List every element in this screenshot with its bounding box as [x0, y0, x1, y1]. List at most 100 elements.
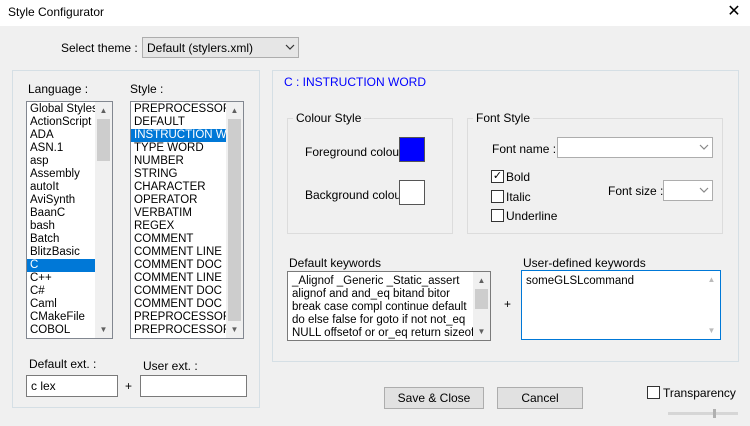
keyword-line: NULL offsetof or or_eq return sizeof — [292, 327, 474, 339]
foreground-label: Foreground colour — [305, 145, 404, 159]
list-item[interactable]: BaanC — [27, 207, 97, 220]
chevron-down-icon — [695, 142, 712, 153]
window-title: Style Configurator — [8, 5, 105, 19]
scroll-up-icon[interactable]: ▲ — [473, 272, 490, 289]
title-bar: Style Configurator ✕ — [0, 0, 750, 26]
font-size-label: Font size : — [608, 184, 664, 198]
scroll-thumb[interactable] — [475, 289, 488, 309]
list-item[interactable]: BlitzBasic — [27, 246, 97, 259]
theme-value: Default (stylers.xml) — [147, 40, 254, 55]
chevron-down-icon — [695, 185, 712, 196]
scroll-down-icon[interactable]: ▼ — [473, 323, 490, 340]
list-item[interactable]: OPERATOR — [131, 194, 228, 207]
italic-label: Italic — [506, 190, 531, 204]
cancel-button[interactable]: Cancel — [497, 387, 583, 409]
user-keywords-value: someGLSLcommand — [526, 275, 635, 287]
scroll-thumb[interactable] — [97, 119, 110, 161]
list-item[interactable]: STRING — [131, 168, 228, 181]
background-color-swatch[interactable] — [399, 180, 425, 205]
list-item[interactable]: C# — [27, 285, 97, 298]
list-item[interactable]: CHARACTER — [131, 181, 228, 194]
list-item[interactable]: INSTRUCTION WORD — [131, 129, 228, 142]
list-item[interactable]: ADA — [27, 129, 97, 142]
transparency-checkbox[interactable] — [647, 386, 660, 399]
keyword-line: _Alignof _Generic _Static_assert — [292, 275, 460, 287]
italic-checkbox[interactable] — [491, 190, 504, 203]
style-heading: C : INSTRUCTION WORD — [284, 75, 426, 89]
list-item[interactable]: COMMENT DOC — [131, 259, 228, 272]
list-item[interactable]: ASN.1 — [27, 142, 97, 155]
list-item[interactable]: AviSynth — [27, 194, 97, 207]
scroll-down-icon[interactable]: ▼ — [703, 322, 720, 339]
ext-plus: + — [125, 379, 133, 393]
scroll-down-icon[interactable]: ▼ — [95, 321, 112, 338]
list-item[interactable]: CMakeFile — [27, 311, 97, 324]
list-item[interactable]: Assembly — [27, 168, 97, 181]
underline-checkbox[interactable] — [491, 209, 504, 222]
list-item[interactable]: COMMENT DOC KEYWORD — [131, 285, 228, 298]
style-list[interactable]: PREPROCESSORDEFAULTINSTRUCTION WORDTYPE … — [130, 101, 244, 339]
keyword-line: break case compl continue default — [292, 301, 467, 313]
user-ext-field[interactable] — [140, 375, 247, 397]
list-item[interactable]: Caml — [27, 298, 97, 311]
font-style-label: Font Style — [473, 111, 534, 125]
list-item[interactable]: C — [27, 259, 97, 272]
style-label: Style : — [130, 82, 164, 96]
scroll-up-icon[interactable]: ▲ — [226, 102, 243, 119]
list-item[interactable]: VERBATIM — [131, 207, 228, 220]
font-name-select[interactable] — [557, 137, 713, 158]
font-size-select[interactable] — [663, 180, 713, 201]
close-icon[interactable]: ✕ — [722, 2, 746, 22]
default-ext-label: Default ext. : — [29, 357, 97, 371]
list-item[interactable]: bash — [27, 220, 97, 233]
user-keywords-scrollbar[interactable]: ▲ ▼ — [703, 271, 720, 339]
list-item[interactable]: C++ — [27, 272, 97, 285]
list-item[interactable]: COMMENT DOC KEYWORD ERROR — [131, 298, 228, 311]
list-item[interactable]: COMMENT — [131, 233, 228, 246]
language-scrollbar[interactable]: ▲ ▼ — [95, 102, 112, 338]
default-keywords-box[interactable]: _Alignof _Generic _Static_assert alignof … — [287, 271, 491, 341]
default-ext-field[interactable]: c lex — [26, 375, 118, 397]
save-close-button[interactable]: Save & Close — [384, 387, 484, 409]
list-item[interactable]: TYPE WORD — [131, 142, 228, 155]
list-item[interactable]: PREPROCESSOR COMMENT DOC — [131, 324, 228, 337]
keyword-line: alignof and and_eq bitand bitor — [292, 288, 450, 300]
list-item[interactable]: DEFAULT — [131, 116, 228, 129]
theme-select[interactable]: Default (stylers.xml) — [142, 37, 299, 58]
scroll-thumb[interactable] — [228, 119, 241, 321]
scroll-down-icon[interactable]: ▼ — [226, 321, 243, 338]
bold-label: Bold — [506, 170, 531, 184]
list-item[interactable]: COMMENT LINE — [131, 246, 228, 259]
background-label: Background colour — [305, 188, 406, 202]
slider-thumb[interactable] — [713, 409, 716, 418]
list-item[interactable]: ActionScript — [27, 116, 97, 129]
language-label: Language : — [28, 82, 89, 96]
scroll-up-icon[interactable]: ▲ — [95, 102, 112, 119]
default-keywords-label: Default keywords — [289, 256, 382, 270]
scroll-up-icon[interactable]: ▲ — [703, 271, 720, 288]
list-item[interactable]: COBOL — [27, 324, 97, 337]
list-item[interactable]: PREPROCESSOR — [131, 103, 228, 116]
list-item[interactable]: autoIt — [27, 181, 97, 194]
user-ext-label: User ext. : — [143, 359, 198, 373]
colour-style-group — [287, 118, 453, 234]
keywords-scrollbar[interactable]: ▲ ▼ — [473, 272, 490, 340]
user-keywords-box[interactable]: someGLSLcommand ▲ ▼ — [521, 270, 721, 340]
list-item[interactable]: Batch — [27, 233, 97, 246]
chevron-down-icon — [281, 42, 298, 53]
colour-style-label: Colour Style — [293, 111, 365, 125]
foreground-color-swatch[interactable] — [399, 137, 425, 162]
list-item[interactable]: Global Styles — [27, 103, 97, 116]
list-item[interactable]: REGEX — [131, 220, 228, 233]
user-keywords-label: User-defined keywords — [523, 256, 646, 270]
bold-checkbox[interactable]: ✓ — [491, 170, 504, 183]
list-item[interactable]: NUMBER — [131, 155, 228, 168]
list-item[interactable]: COMMENT LINE DOC — [131, 272, 228, 285]
style-scrollbar[interactable]: ▲ ▼ — [226, 102, 243, 338]
underline-label: Underline — [506, 209, 558, 223]
font-name-label: Font name : — [492, 142, 557, 156]
language-list[interactable]: Global Styles ActionScript ADA ASN.1 asp Asse… — [26, 101, 113, 339]
list-item[interactable]: PREPROCESSOR COMMENT — [131, 311, 228, 324]
transparency-slider[interactable] — [668, 409, 738, 418]
list-item[interactable]: asp — [27, 155, 97, 168]
